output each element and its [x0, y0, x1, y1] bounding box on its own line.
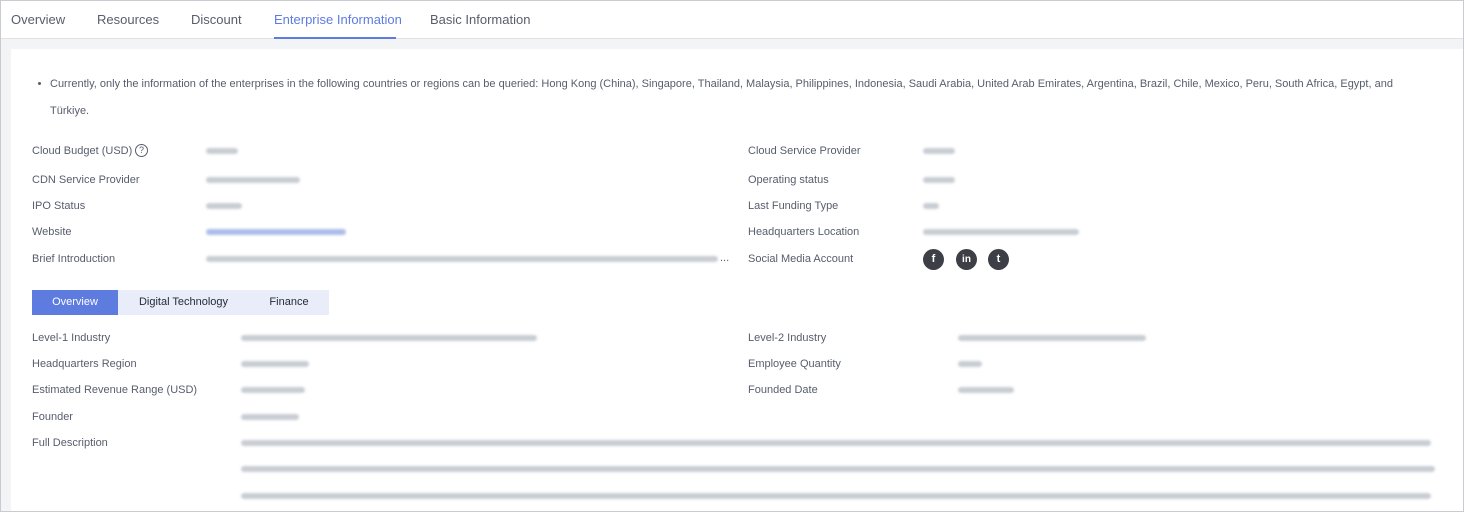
headquarters-region-value [241, 361, 309, 367]
cloud-budget-value [206, 148, 238, 154]
level1-industry-value [241, 335, 537, 341]
subtab-digital-technology[interactable]: Digital Technology [118, 290, 249, 315]
level2-industry-label: Level-2 Industry [748, 332, 827, 344]
tab-enterprise-information[interactable]: Enterprise Information [274, 12, 402, 27]
cloud-service-provider-label: Cloud Service Provider [748, 145, 861, 157]
notice-text-line-2: Türkiye. [50, 105, 90, 117]
help-icon[interactable]: ? [135, 144, 148, 157]
last-funding-type-label: Last Funding Type [748, 200, 839, 212]
ipo-status-label: IPO Status [32, 200, 86, 212]
twitter-icon[interactable]: t [988, 249, 1009, 270]
cdn-service-provider-value [206, 177, 300, 183]
top-tab-bar: Overview Resources Discount Enterprise I… [1, 1, 1463, 39]
enterprise-information-panel: Overview Resources Discount Enterprise I… [0, 0, 1464, 512]
subtab-finance[interactable]: Finance [249, 290, 329, 315]
website-label: Website [32, 226, 72, 238]
facebook-icon[interactable]: f [923, 249, 944, 270]
cloud-service-provider-value [923, 148, 955, 154]
estimated-revenue-range-value [241, 387, 305, 393]
tab-discount[interactable]: Discount [191, 12, 242, 27]
notice-bullet [38, 82, 41, 85]
full-description-label: Full Description [32, 437, 108, 449]
ipo-status-value [206, 203, 242, 209]
level1-industry-label: Level-1 Industry [32, 332, 111, 344]
founder-value [241, 414, 299, 420]
headquarters-region-label: Headquarters Region [32, 358, 137, 370]
subtab-overview[interactable]: Overview [32, 290, 118, 315]
tab-basic-information[interactable]: Basic Information [430, 12, 530, 27]
employee-quantity-label: Employee Quantity [748, 358, 841, 370]
headquarters-location-value [923, 229, 1079, 235]
founded-date-value [958, 387, 1014, 393]
website-link[interactable] [206, 229, 346, 235]
tab-resources[interactable]: Resources [97, 12, 159, 27]
headquarters-location-label: Headquarters Location [748, 226, 860, 238]
last-funding-type-value [923, 203, 939, 209]
founder-label: Founder [32, 411, 73, 423]
full-description-line [241, 466, 1435, 472]
linkedin-icon[interactable]: in [956, 249, 977, 270]
cdn-service-provider-label: CDN Service Provider [32, 174, 140, 186]
founded-date-label: Founded Date [748, 384, 818, 396]
cloud-budget-label: Cloud Budget (USD) [32, 145, 133, 157]
full-description-line [241, 440, 1431, 446]
full-description-line [241, 493, 1431, 499]
operating-status-label: Operating status [748, 174, 829, 186]
tab-overview[interactable]: Overview [11, 12, 65, 27]
operating-status-value [923, 177, 955, 183]
estimated-revenue-range-label: Estimated Revenue Range (USD) [32, 384, 198, 396]
employee-quantity-value [958, 361, 982, 367]
brief-introduction-label: Brief Introduction [32, 253, 116, 265]
content-top-gutter [1, 39, 1463, 49]
level2-industry-value [958, 335, 1146, 341]
brief-introduction-ellipsis: ... [720, 252, 730, 264]
social-media-account-label: Social Media Account [748, 253, 854, 265]
notice-text-line-1: Currently, only the information of the e… [50, 78, 1393, 90]
content-left-gutter [1, 39, 11, 511]
brief-introduction-value [206, 256, 718, 262]
